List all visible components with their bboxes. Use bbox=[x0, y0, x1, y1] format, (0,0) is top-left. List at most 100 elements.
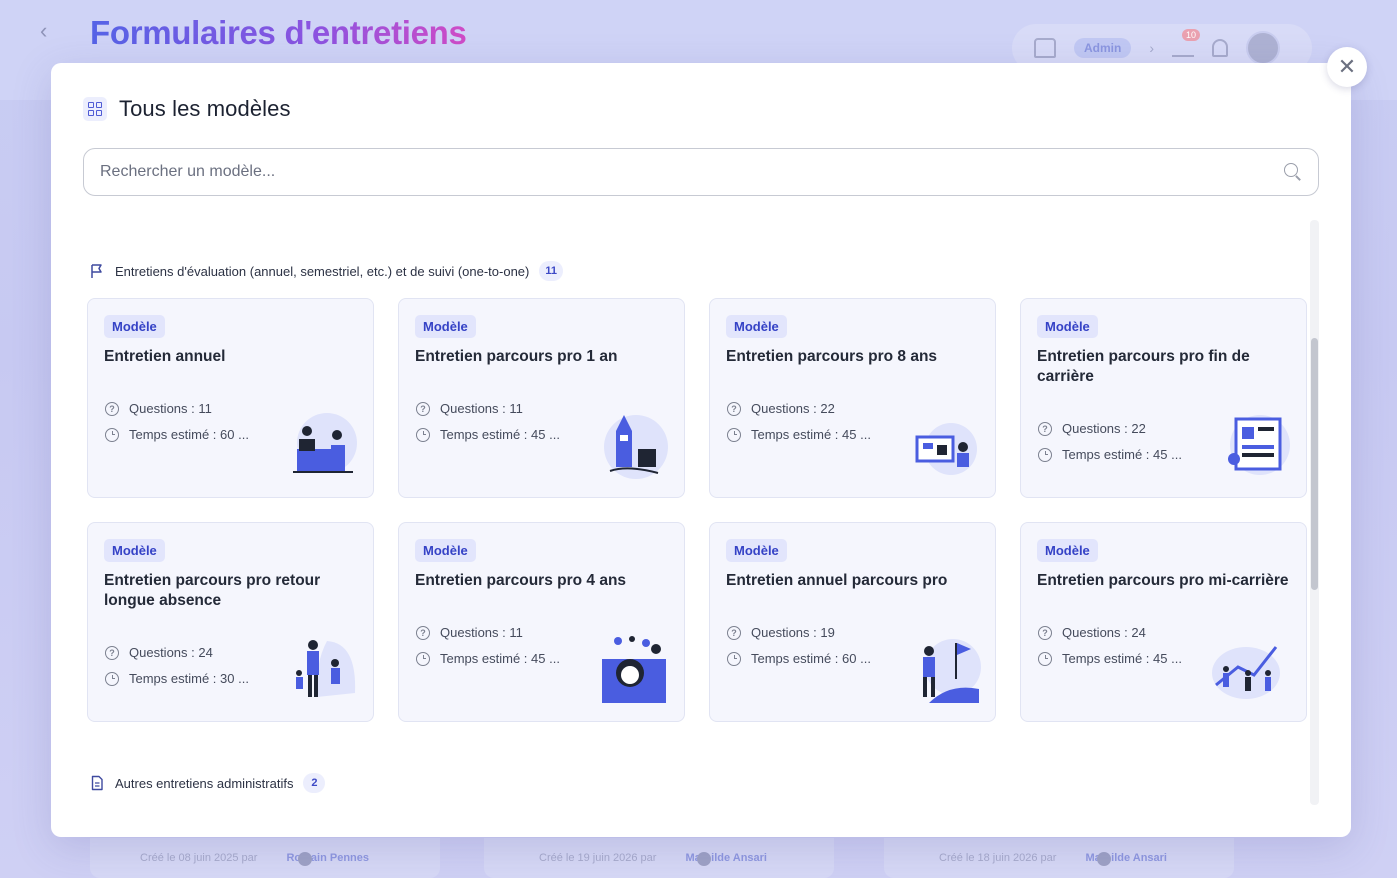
clock-icon bbox=[105, 427, 119, 442]
template-card[interactable]: Modèle Entretien parcours pro retour lon… bbox=[87, 522, 374, 722]
template-tag: Modèle bbox=[1037, 315, 1098, 338]
search-icon[interactable] bbox=[1284, 163, 1302, 181]
template-card[interactable]: Modèle Entretien parcours pro 8 ans ? Qu… bbox=[709, 298, 996, 498]
template-card[interactable]: Modèle Entretien annuel parcours pro ? Q… bbox=[709, 522, 996, 722]
grid-icon bbox=[83, 97, 107, 121]
templates-list[interactable]: Entretiens d'évaluation (annuel, semestr… bbox=[51, 220, 1351, 805]
template-title: Entretien annuel bbox=[104, 348, 226, 365]
estimated-time: Temps estimé : 45 ... bbox=[751, 427, 871, 442]
template-card[interactable]: Modèle Entretien parcours pro fin de car… bbox=[1020, 298, 1307, 498]
estimated-time: Temps estimé : 30 ... bbox=[129, 671, 249, 686]
questions-meta: ? Questions : 24 bbox=[105, 645, 213, 660]
questions-count: Questions : 22 bbox=[1062, 421, 1146, 436]
time-meta: Temps estimé : 60 ... bbox=[105, 427, 249, 442]
time-meta: Temps estimé : 45 ... bbox=[1038, 651, 1182, 666]
questions-count: Questions : 24 bbox=[129, 645, 213, 660]
office-meeting-illustration bbox=[293, 413, 357, 473]
template-title: Entretien parcours pro retour longue abs… bbox=[104, 572, 321, 609]
background-card-row: Créé le 08 juin 2025 par Romain Pennes C… bbox=[0, 838, 1397, 878]
time-meta: Temps estimé : 45 ... bbox=[727, 427, 871, 442]
bell-icon[interactable] bbox=[1212, 39, 1229, 57]
template-tag: Modèle bbox=[104, 315, 165, 338]
question-circle-icon: ? bbox=[1038, 421, 1052, 436]
estimated-time: Temps estimé : 60 ... bbox=[129, 427, 249, 442]
clock-icon bbox=[1038, 651, 1052, 666]
template-title: Entretien parcours pro 8 ans bbox=[726, 348, 938, 365]
template-title: Entretien parcours pro fin de carrière bbox=[1037, 348, 1250, 385]
questions-count: Questions : 22 bbox=[751, 401, 835, 416]
questions-count: Questions : 11 bbox=[440, 401, 523, 416]
template-tag: Modèle bbox=[104, 539, 165, 562]
clock-icon bbox=[416, 427, 430, 442]
questions-count: Questions : 24 bbox=[1062, 625, 1146, 640]
background-card: Créé le 18 juin 2026 par Mathilde Ansari bbox=[884, 838, 1234, 878]
template-card[interactable]: Modèle Entretien parcours pro mi-carrièr… bbox=[1020, 522, 1307, 722]
question-circle-icon: ? bbox=[416, 401, 430, 416]
questions-meta: ? Questions : 22 bbox=[1038, 421, 1146, 436]
cart-icon[interactable]: 10 bbox=[1172, 29, 1201, 57]
dashboard-work-illustration bbox=[915, 423, 977, 475]
clock-icon bbox=[727, 651, 741, 666]
question-circle-icon: ? bbox=[416, 625, 430, 640]
author-avatar bbox=[1097, 852, 1111, 866]
document-icon bbox=[91, 775, 103, 791]
questions-count: Questions : 11 bbox=[440, 625, 523, 640]
template-card[interactable]: Modèle Entretien annuel ? Questions : 11… bbox=[87, 298, 374, 498]
questions-meta: ? Questions : 11 bbox=[416, 401, 523, 416]
card-created-text: Créé le 19 juin 2026 par bbox=[539, 852, 657, 864]
background-card: Créé le 19 juin 2026 par Mathilde Ansari bbox=[484, 838, 834, 878]
template-title: Entretien annuel parcours pro bbox=[726, 572, 948, 589]
templates-modal: Tous les modèles Entretiens d'évaluation… bbox=[51, 63, 1351, 837]
time-meta: Temps estimé : 45 ... bbox=[416, 427, 560, 442]
cart-badge: 10 bbox=[1182, 29, 1201, 41]
time-meta: Temps estimé : 60 ... bbox=[727, 651, 871, 666]
questions-meta: ? Questions : 24 bbox=[1038, 625, 1146, 640]
card-created-text: Créé le 08 juin 2025 par bbox=[140, 852, 258, 864]
rocket-launch-illustration bbox=[604, 415, 668, 479]
modal-title: Tous les modèles bbox=[119, 96, 291, 121]
family-walk-illustration bbox=[296, 640, 356, 697]
template-card[interactable]: Modèle Entretien parcours pro 4 ans ? Qu… bbox=[398, 522, 685, 722]
search-field[interactable] bbox=[83, 148, 1319, 196]
goal-flag-illustration bbox=[923, 639, 981, 703]
template-tag: Modèle bbox=[1037, 539, 1098, 562]
questions-count: Questions : 11 bbox=[129, 401, 212, 416]
template-card[interactable]: Modèle Entretien parcours pro 1 an ? Que… bbox=[398, 298, 685, 498]
team-growth-illustration bbox=[1212, 646, 1280, 699]
flag-icon bbox=[91, 264, 102, 278]
question-circle-icon: ? bbox=[1038, 625, 1052, 640]
template-tag: Modèle bbox=[726, 315, 787, 338]
question-circle-icon: ? bbox=[727, 401, 741, 416]
estimated-time: Temps estimé : 45 ... bbox=[440, 651, 560, 666]
back-arrow-icon[interactable]: ‹ bbox=[40, 18, 47, 44]
questions-meta: ? Questions : 19 bbox=[727, 625, 835, 640]
section-header-administrative: Autres entretiens administratifs 2 bbox=[89, 773, 326, 793]
estimated-time: Temps estimé : 45 ... bbox=[1062, 651, 1182, 666]
section-count-badge: 2 bbox=[303, 773, 326, 793]
time-meta: Temps estimé : 45 ... bbox=[416, 651, 560, 666]
scrollbar-thumb[interactable] bbox=[1311, 338, 1318, 590]
author-avatar bbox=[298, 852, 312, 866]
home-icon[interactable] bbox=[1034, 38, 1056, 58]
estimated-time: Temps estimé : 45 ... bbox=[1062, 447, 1182, 462]
close-icon: ✕ bbox=[1337, 54, 1357, 79]
background-card: Créé le 08 juin 2025 par Romain Pennes bbox=[90, 838, 440, 878]
template-title: Entretien parcours pro mi-carrière bbox=[1037, 572, 1289, 589]
questions-meta: ? Questions : 22 bbox=[727, 401, 835, 416]
admin-badge[interactable]: Admin bbox=[1074, 38, 1132, 58]
avatar[interactable] bbox=[1246, 31, 1281, 65]
time-meta: Temps estimé : 30 ... bbox=[105, 671, 249, 686]
questions-meta: ? Questions : 11 bbox=[105, 401, 212, 416]
time-meta: Temps estimé : 45 ... bbox=[1038, 447, 1182, 462]
template-title: Entretien parcours pro 4 ans bbox=[415, 572, 627, 589]
close-button[interactable]: ✕ bbox=[1327, 47, 1367, 87]
clock-icon bbox=[416, 651, 430, 666]
section-label: Autres entretiens administratifs bbox=[115, 775, 294, 791]
modal-header: Tous les modèles bbox=[83, 96, 291, 122]
questions-count: Questions : 19 bbox=[751, 625, 835, 640]
search-input[interactable] bbox=[100, 163, 1284, 181]
ideas-person-illustration bbox=[602, 636, 666, 703]
clock-icon bbox=[1038, 447, 1052, 462]
clock-icon bbox=[105, 671, 119, 686]
section-label: Entretiens d'évaluation (annuel, semestr… bbox=[115, 263, 530, 279]
